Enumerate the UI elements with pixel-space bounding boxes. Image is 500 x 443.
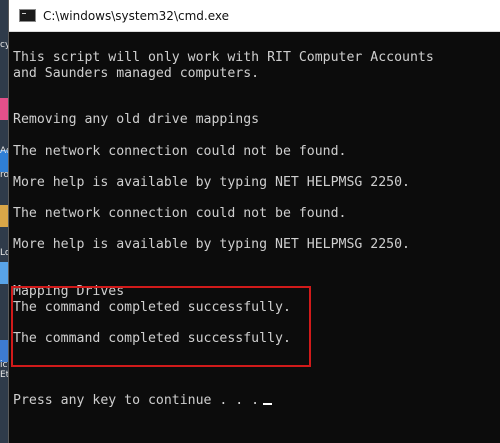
console-line: The network connection could not be foun… bbox=[13, 143, 347, 159]
console-line: Removing any old drive mappings bbox=[13, 112, 260, 128]
desktop-icon-label: ic bbox=[0, 360, 8, 370]
console-line: The command completed successfully. bbox=[13, 330, 291, 346]
console-output[interactable]: This script will only work with RIT Comp… bbox=[9, 32, 500, 443]
cmd-window[interactable]: C:\windows\system32\cmd.exe This script … bbox=[8, 0, 500, 443]
console-line: More help is available by typing NET HEL… bbox=[13, 237, 410, 253]
console-app-icon[interactable] bbox=[19, 9, 36, 22]
window-title: C:\windows\system32\cmd.exe bbox=[43, 8, 229, 23]
console-line: The network connection could not be foun… bbox=[13, 205, 347, 221]
press-any-key-prompt: Press any key to continue . . . bbox=[13, 393, 260, 409]
console-line: and Saunders managed computers. bbox=[13, 65, 260, 81]
console-line: This script will only work with RIT Comp… bbox=[13, 50, 434, 65]
text-cursor bbox=[263, 403, 273, 406]
window-titlebar[interactable]: C:\windows\system32\cmd.exe bbox=[9, 0, 500, 32]
console-line: Mapping Drives bbox=[13, 283, 125, 299]
console-line: More help is available by typing NET HEL… bbox=[13, 174, 410, 190]
console-line: The command completed successfully. bbox=[13, 299, 291, 315]
console-prompt-line: Press any key to continue . . . bbox=[13, 393, 500, 409]
